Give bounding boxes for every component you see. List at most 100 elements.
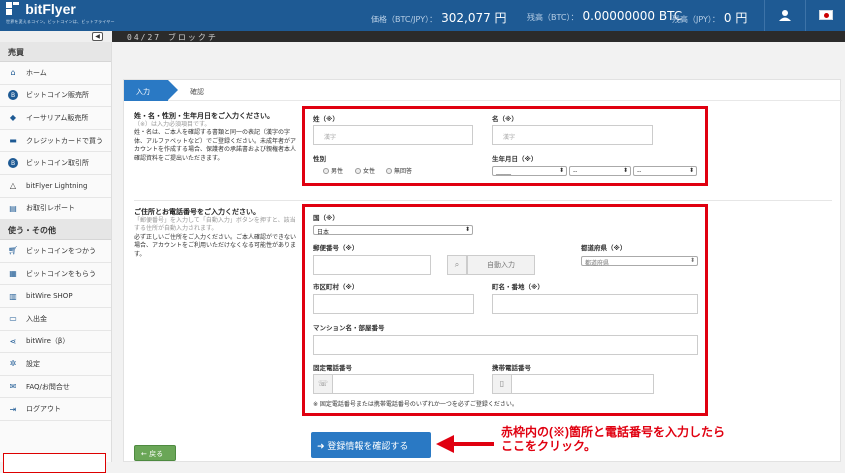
sidebar-item-credit-card[interactable]: ▬ クレジットカードで買う [0,130,111,153]
building-label: マンション名・部屋番号 [313,324,385,332]
back-button[interactable]: ← 戻る [134,445,176,461]
sidebar-item-get-bitcoin[interactable]: ▦ ビットコインをもらう [0,263,111,286]
btc-balance-stat: 残高（BTC）： 0.00000000 BTC [527,9,682,23]
gift-icon: ▦ [9,269,17,279]
city-input[interactable] [313,294,474,314]
sidebar-item-label: 入出金 [26,314,47,323]
sidebar-item-use-bitcoin[interactable]: 🛒︎ ビットコインをつかう [0,240,111,263]
sidebar-item-bitwire[interactable]: ⋖ bitWire（β） [0,331,111,354]
mobile-input[interactable] [511,374,654,394]
sidebar-item-faq[interactable]: ✉ FAQ/お問合せ [0,376,111,399]
shop-icon: ▥ [9,291,17,301]
bitcoin-icon: B [8,90,18,101]
sidebar-item-label: bitWire SHOP [26,292,73,301]
sidebar-item-bitcoin-sales[interactable]: B ビットコイン販売所 [0,85,111,108]
street-label: 町名・番地（※） [492,283,544,291]
sidebar-section-other: 使う・その他 [0,220,111,241]
sidebar-item-label: bitWire（β） [26,337,70,346]
prefecture-select[interactable]: 都道府県 [581,256,698,267]
street-input[interactable] [492,294,698,314]
sidebar-item-label: お取引レポート [26,204,75,213]
landline-input[interactable] [332,374,474,394]
first-name-label: 名（※） [492,115,518,123]
section2-title: ご住所とお電話番号をご入力ください。 [134,208,260,216]
jpy-balance-label: 残高（JPY）： [672,15,720,24]
top-bar: bitFlyer 世界を変えるコイン。ビットコインは、ビットフライヤー 価格（B… [0,0,845,31]
gender-female-radio[interactable]: 女性 [355,166,375,175]
collapse-left-icon[interactable]: ◀ [92,32,103,41]
arrow-left-icon: ← [141,450,147,458]
sidebar-item-label: FAQ/お問合せ [26,382,70,391]
ticker-bar: ◀ 04/27 ブロックチ [0,31,845,42]
sidebar-item-lightning[interactable]: △ bitFlyer Lightning [0,175,111,198]
news-ticker[interactable]: 04/27 ブロックチ [127,32,218,43]
mobile-label: 携帯電話番号 [492,364,531,372]
last-name-input[interactable]: 漢字 [313,125,473,145]
step-current: 入力 [124,80,178,101]
gender-option-label: 無回答 [394,168,413,175]
credit-card-icon: ▬ [9,136,17,146]
annotation-arrow-icon [436,435,494,453]
gender-option-label: 男性 [331,168,344,175]
wallet-icon: ▭ [9,314,17,324]
sidebar-item-deposit[interactable]: ▭ 入出金 [0,308,111,331]
section2-hint: 「郵便番号」を入力して「自動入力」ボタンを押すと、該当する住所が自動入力されます… [134,216,296,233]
japan-flag-icon [819,10,833,20]
sidebar-item-label: クレジットカードで買う [26,136,103,145]
sidebar-item-label: ログアウト [26,405,61,414]
sidebar-item-report[interactable]: ▤ お取引レポート [0,198,111,221]
section1-title: 姓・名・性別・生年月日をご入力ください。 [134,112,274,120]
share-icon: ⋖ [9,336,17,346]
postal-code-input[interactable] [313,255,431,275]
sidebar-highlight-box [3,453,106,473]
jpy-balance-value: 0 円 [723,11,748,25]
sidebar-item-label: ホーム [26,68,47,77]
building-input[interactable] [313,335,698,355]
mobile-phone-icon: ▯ [492,374,512,394]
arrow-right-icon: ➜ [317,442,325,452]
lightning-triangle-icon: △ [9,181,17,191]
birth-month-select[interactable]: -- [569,166,631,176]
brand[interactable]: bitFlyer 世界を変えるコイン。ビットコインは、ビットフライヤー [6,2,115,25]
birth-day-select[interactable]: -- [633,166,697,176]
gender-none-radio[interactable]: 無回答 [386,166,412,175]
prefecture-label: 都道府県（※） [581,244,627,252]
phone-note: ※ 固定電話番号または携帯電話番号のいずれか一つを必ずご登録ください。 [313,401,518,408]
bitflyer-logo-icon [6,2,19,15]
phone-icon: ☏ [313,374,333,394]
country-select[interactable]: 日本 [313,225,473,236]
first-name-input[interactable]: 漢字 [492,125,653,145]
sidebar-item-label: bitFlyer Lightning [26,181,88,190]
report-icon: ▤ [9,203,17,213]
sidebar-item-home[interactable]: ⌂ ホーム [0,62,111,85]
annotation-line-2: ここをクリック。 [501,439,597,453]
postal-code-label: 郵便番号（※） [313,244,359,252]
sidebar-item-bitwire-shop[interactable]: ▥ bitWire SHOP [0,285,111,308]
section2-intro: ご住所とお電話番号をご入力ください。 「郵便番号」を入力して「自動入力」ボタンを… [134,208,296,259]
section-divider [134,200,832,201]
birthdate-label: 生年月日（※） [492,155,538,163]
section1-intro: 姓・名・性別・生年月日をご入力ください。 （※）は入力必須項目です。 姓・名は、… [134,112,296,163]
brand-tagline: 世界を変えるコイン。ビットコインは、ビットフライヤー [6,19,115,24]
home-icon: ⌂ [10,68,16,78]
city-label: 市区町村（※） [313,283,359,291]
auto-fill-button[interactable]: 自動入力 [467,255,535,275]
language-button[interactable] [806,0,845,31]
sidebar-item-bitcoin-exchange[interactable]: B ビットコイン取引所 [0,152,111,175]
sidebar-item-logout[interactable]: ⇥ ログアウト [0,398,111,421]
gear-icon: ✲ [9,359,17,369]
btc-balance-label: 残高（BTC）： [527,13,579,22]
logout-icon: ⇥ [9,404,17,414]
birth-year-select[interactable]: _____ [492,166,567,176]
section2-body: 必ず正しいご住所をご入力ください。ご本人確認ができない場合、アカウントをご利用い… [134,233,297,258]
step-indicator: 入力 確認 [124,80,842,101]
user-menu-button[interactable] [765,0,805,31]
brand-name: bitFlyer [25,1,76,17]
sidebar-item-settings[interactable]: ✲ 設定 [0,353,111,376]
country-label: 国（※） [313,214,339,222]
sidebar-item-ethereum-sales[interactable]: ◆ イーサリアム販売所 [0,107,111,130]
gender-male-radio[interactable]: 男性 [323,166,343,175]
sidebar-item-label: ビットコイン取引所 [26,159,89,168]
confirm-registration-button[interactable]: ➜ 登録情報を確認する [311,432,431,458]
annotation-line-1: 赤枠内の(※)箇所と電話番号を入力したら [501,425,725,439]
